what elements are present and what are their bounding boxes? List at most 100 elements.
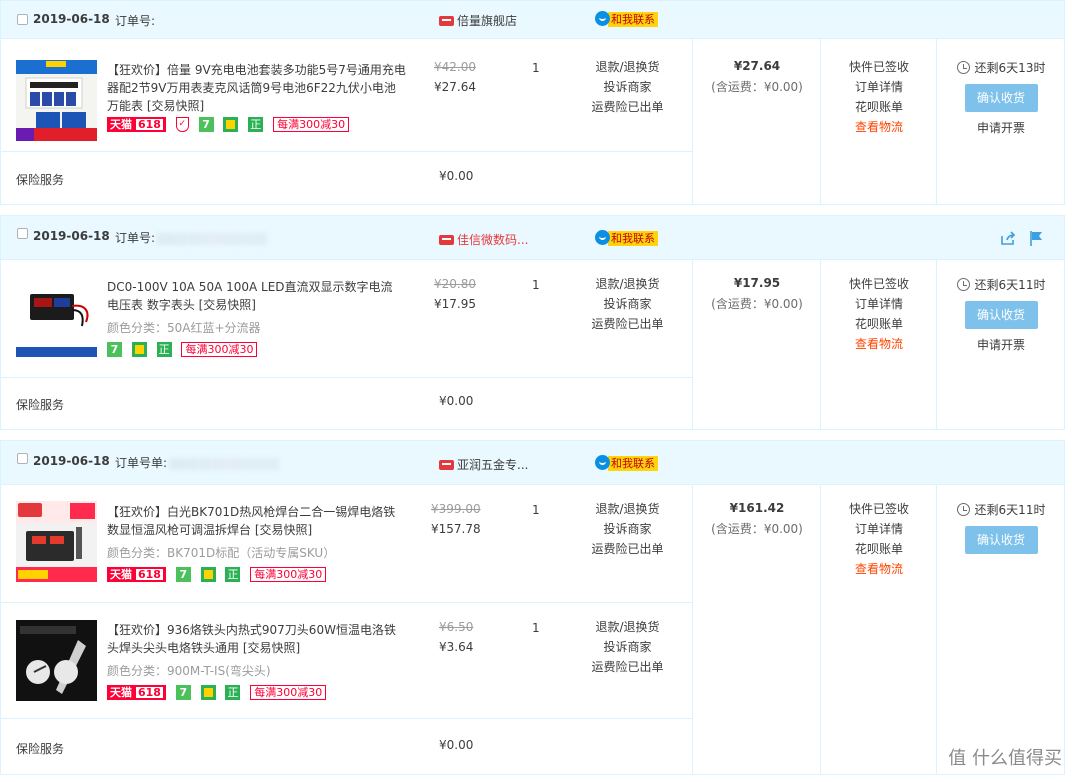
promo-badge[interactable]: 每满300减30 [250, 685, 327, 700]
order-checkbox[interactable] [17, 228, 28, 239]
quantity: 1 [532, 621, 540, 635]
genuine-icon[interactable]: 正 [248, 117, 264, 132]
contact-seller-button[interactable]: 和我联系 [595, 11, 658, 27]
seven-day-return-icon[interactable]: 7 [175, 685, 191, 700]
product-image[interactable] [16, 276, 97, 357]
shipping-fee: (含运费：¥0.00) [711, 80, 803, 94]
product-tags: 7 正 每满300减30 [107, 342, 263, 358]
genuine-icon[interactable]: 正 [156, 342, 172, 357]
order-date: 2019-06-18 [33, 454, 110, 468]
insurance-price: ¥0.00 [439, 169, 474, 183]
shipping-insurance-link[interactable]: 运费险已出单 [576, 97, 679, 117]
product-title-link[interactable]: 【狂欢价】936烙铁头内热式907刀头60W恒温电洛铁头焊头尖头电烙铁头通用 [… [107, 621, 402, 657]
product-title-link[interactable]: DC0-100V 10A 50A 100A LED直流双显示数字电流电压表 数字… [107, 278, 402, 314]
request-invoice-link[interactable]: 申请开票 [937, 336, 1065, 353]
tmall-badge-label: 天猫 [110, 568, 132, 581]
share-icon[interactable] [1000, 230, 1016, 246]
shipping-insurance-link[interactable]: 运费险已出单 [576, 657, 679, 677]
tmall-icon [439, 460, 454, 470]
redacted-order-number [169, 457, 280, 470]
shop-link[interactable]: 倍量旗舰店 [439, 12, 517, 29]
shield-icon[interactable]: ✓ [175, 117, 189, 132]
product-sku: 颜色分类：900M-T-IS(弯尖头) [107, 664, 271, 678]
tmall-618-badge[interactable]: 天猫 618 [107, 685, 166, 700]
original-price: ¥399.00 [431, 502, 481, 516]
status-text: 快件已签收 [848, 60, 909, 74]
view-logistics-link[interactable]: 查看物流 [821, 559, 937, 579]
order-header: 2019-06-18 订单号: 倍量旗舰店 和我联系 [1, 1, 1064, 39]
order-number-label: 订单号: [115, 14, 156, 28]
wangwang-icon [595, 230, 610, 245]
shipping-fee: (含运费：¥0.00) [711, 522, 803, 536]
original-price: ¥20.80 [434, 277, 476, 291]
product-title-link[interactable]: 【狂欢价】倍量 9V充电电池套装多功能5号7号通用充电器配2节9V万用表麦克风话… [107, 61, 407, 115]
shop-name: 亚润五金专... [457, 458, 529, 472]
confirm-receipt-button[interactable]: 确认收货 [964, 526, 1038, 554]
refund-link[interactable]: 退款/退换货 [576, 617, 679, 637]
shipping-insurance-link[interactable]: 运费险已出单 [576, 539, 679, 559]
view-logistics-link[interactable]: 查看物流 [821, 334, 937, 354]
order-card: 2019-06-18 订单号单: 亚润五金专... 和我联系 【狂欢价】白光BK… [0, 440, 1065, 775]
order-actions: 还剩6天11时 确认收货 [937, 501, 1065, 554]
contact-seller-button[interactable]: 和我联系 [595, 455, 658, 471]
seven-day-return-icon[interactable]: 7 [175, 567, 191, 582]
request-invoice-link[interactable]: 申请开票 [937, 119, 1065, 136]
order-checkbox[interactable] [17, 453, 28, 464]
order-detail-link[interactable]: 订单详情 [821, 294, 937, 314]
gift-icon[interactable] [200, 685, 216, 700]
promo-badge[interactable]: 每满300减30 [273, 117, 350, 132]
refund-link[interactable]: 退款/退换货 [576, 499, 679, 519]
original-price: ¥42.00 [434, 60, 476, 74]
seven-day-return-icon[interactable]: 7 [107, 342, 122, 357]
shipping-insurance-link[interactable]: 运费险已出单 [576, 314, 679, 334]
order-header: 2019-06-18 订单号: 佳信微数码... 和我联系 [1, 216, 1064, 260]
order-detail-link[interactable]: 订单详情 [821, 77, 937, 97]
order-card: 2019-06-18 订单号: 佳信微数码... 和我联系 DC0-100V 1… [0, 215, 1065, 430]
shop-name: 佳信微数码... [457, 233, 529, 247]
item-operations: 退款/退换货 投诉商家 运费险已出单 [576, 274, 679, 334]
watermark: 值 什么值得买 [948, 748, 1062, 769]
product-image[interactable] [16, 60, 97, 141]
promo-badge[interactable]: 每满300减30 [250, 567, 327, 582]
complain-link[interactable]: 投诉商家 [576, 294, 679, 314]
shop-link[interactable]: 亚润五金专... [439, 456, 528, 473]
gift-icon[interactable] [131, 342, 147, 357]
huabei-bill-link[interactable]: 花呗账单 [821, 314, 937, 334]
contact-label: 和我联系 [608, 456, 658, 471]
genuine-icon[interactable]: 正 [225, 685, 241, 700]
total-price: ¥161.42 [729, 501, 785, 515]
confirm-receipt-button[interactable]: 确认收货 [964, 84, 1038, 112]
complain-link[interactable]: 投诉商家 [576, 77, 679, 97]
product-title-link[interactable]: 【狂欢价】白光BK701D热风枪焊台二合一锡焊电烙铁数显恒温风枪可调温拆焊台 [… [107, 503, 403, 539]
huabei-bill-link[interactable]: 花呗账单 [821, 539, 937, 559]
gift-icon[interactable] [200, 567, 216, 582]
insurance-price: ¥0.00 [439, 738, 474, 752]
confirm-receipt-button[interactable]: 确认收货 [964, 301, 1038, 329]
product-image[interactable] [16, 501, 97, 582]
refund-link[interactable]: 退款/退换货 [576, 57, 679, 77]
genuine-icon[interactable]: 正 [225, 567, 241, 582]
flag-icon[interactable] [1028, 230, 1044, 246]
status-text: 快件已签收 [848, 502, 909, 516]
view-logistics-link[interactable]: 查看物流 [821, 117, 937, 137]
original-price: ¥6.50 [439, 620, 474, 634]
complain-link[interactable]: 投诉商家 [576, 519, 679, 539]
tmall-badge-label: 天猫 [110, 686, 132, 699]
seven-day-return-icon[interactable]: 7 [198, 117, 214, 132]
refund-link[interactable]: 退款/退换货 [576, 274, 679, 294]
huabei-bill-link[interactable]: 花呗账单 [821, 97, 937, 117]
complain-link[interactable]: 投诉商家 [576, 637, 679, 657]
tmall-618-badge[interactable]: 天猫 618 [107, 117, 166, 132]
shop-link[interactable]: 佳信微数码... [439, 231, 528, 248]
order-checkbox[interactable] [17, 14, 28, 25]
order-total: ¥27.64 (含运费：¥0.00) [693, 59, 821, 95]
order-total: ¥17.95 (含运费：¥0.00) [693, 276, 821, 312]
promo-badge[interactable]: 每满300减30 [181, 342, 258, 357]
order-number-label: 订单号单: [115, 456, 168, 470]
product-image[interactable] [16, 620, 97, 701]
order-detail-link[interactable]: 订单详情 [821, 519, 937, 539]
tmall-618-badge[interactable]: 天猫 618 [107, 567, 166, 582]
header-actions [992, 230, 1044, 246]
contact-seller-button[interactable]: 和我联系 [595, 230, 658, 246]
gift-icon[interactable] [223, 117, 239, 132]
